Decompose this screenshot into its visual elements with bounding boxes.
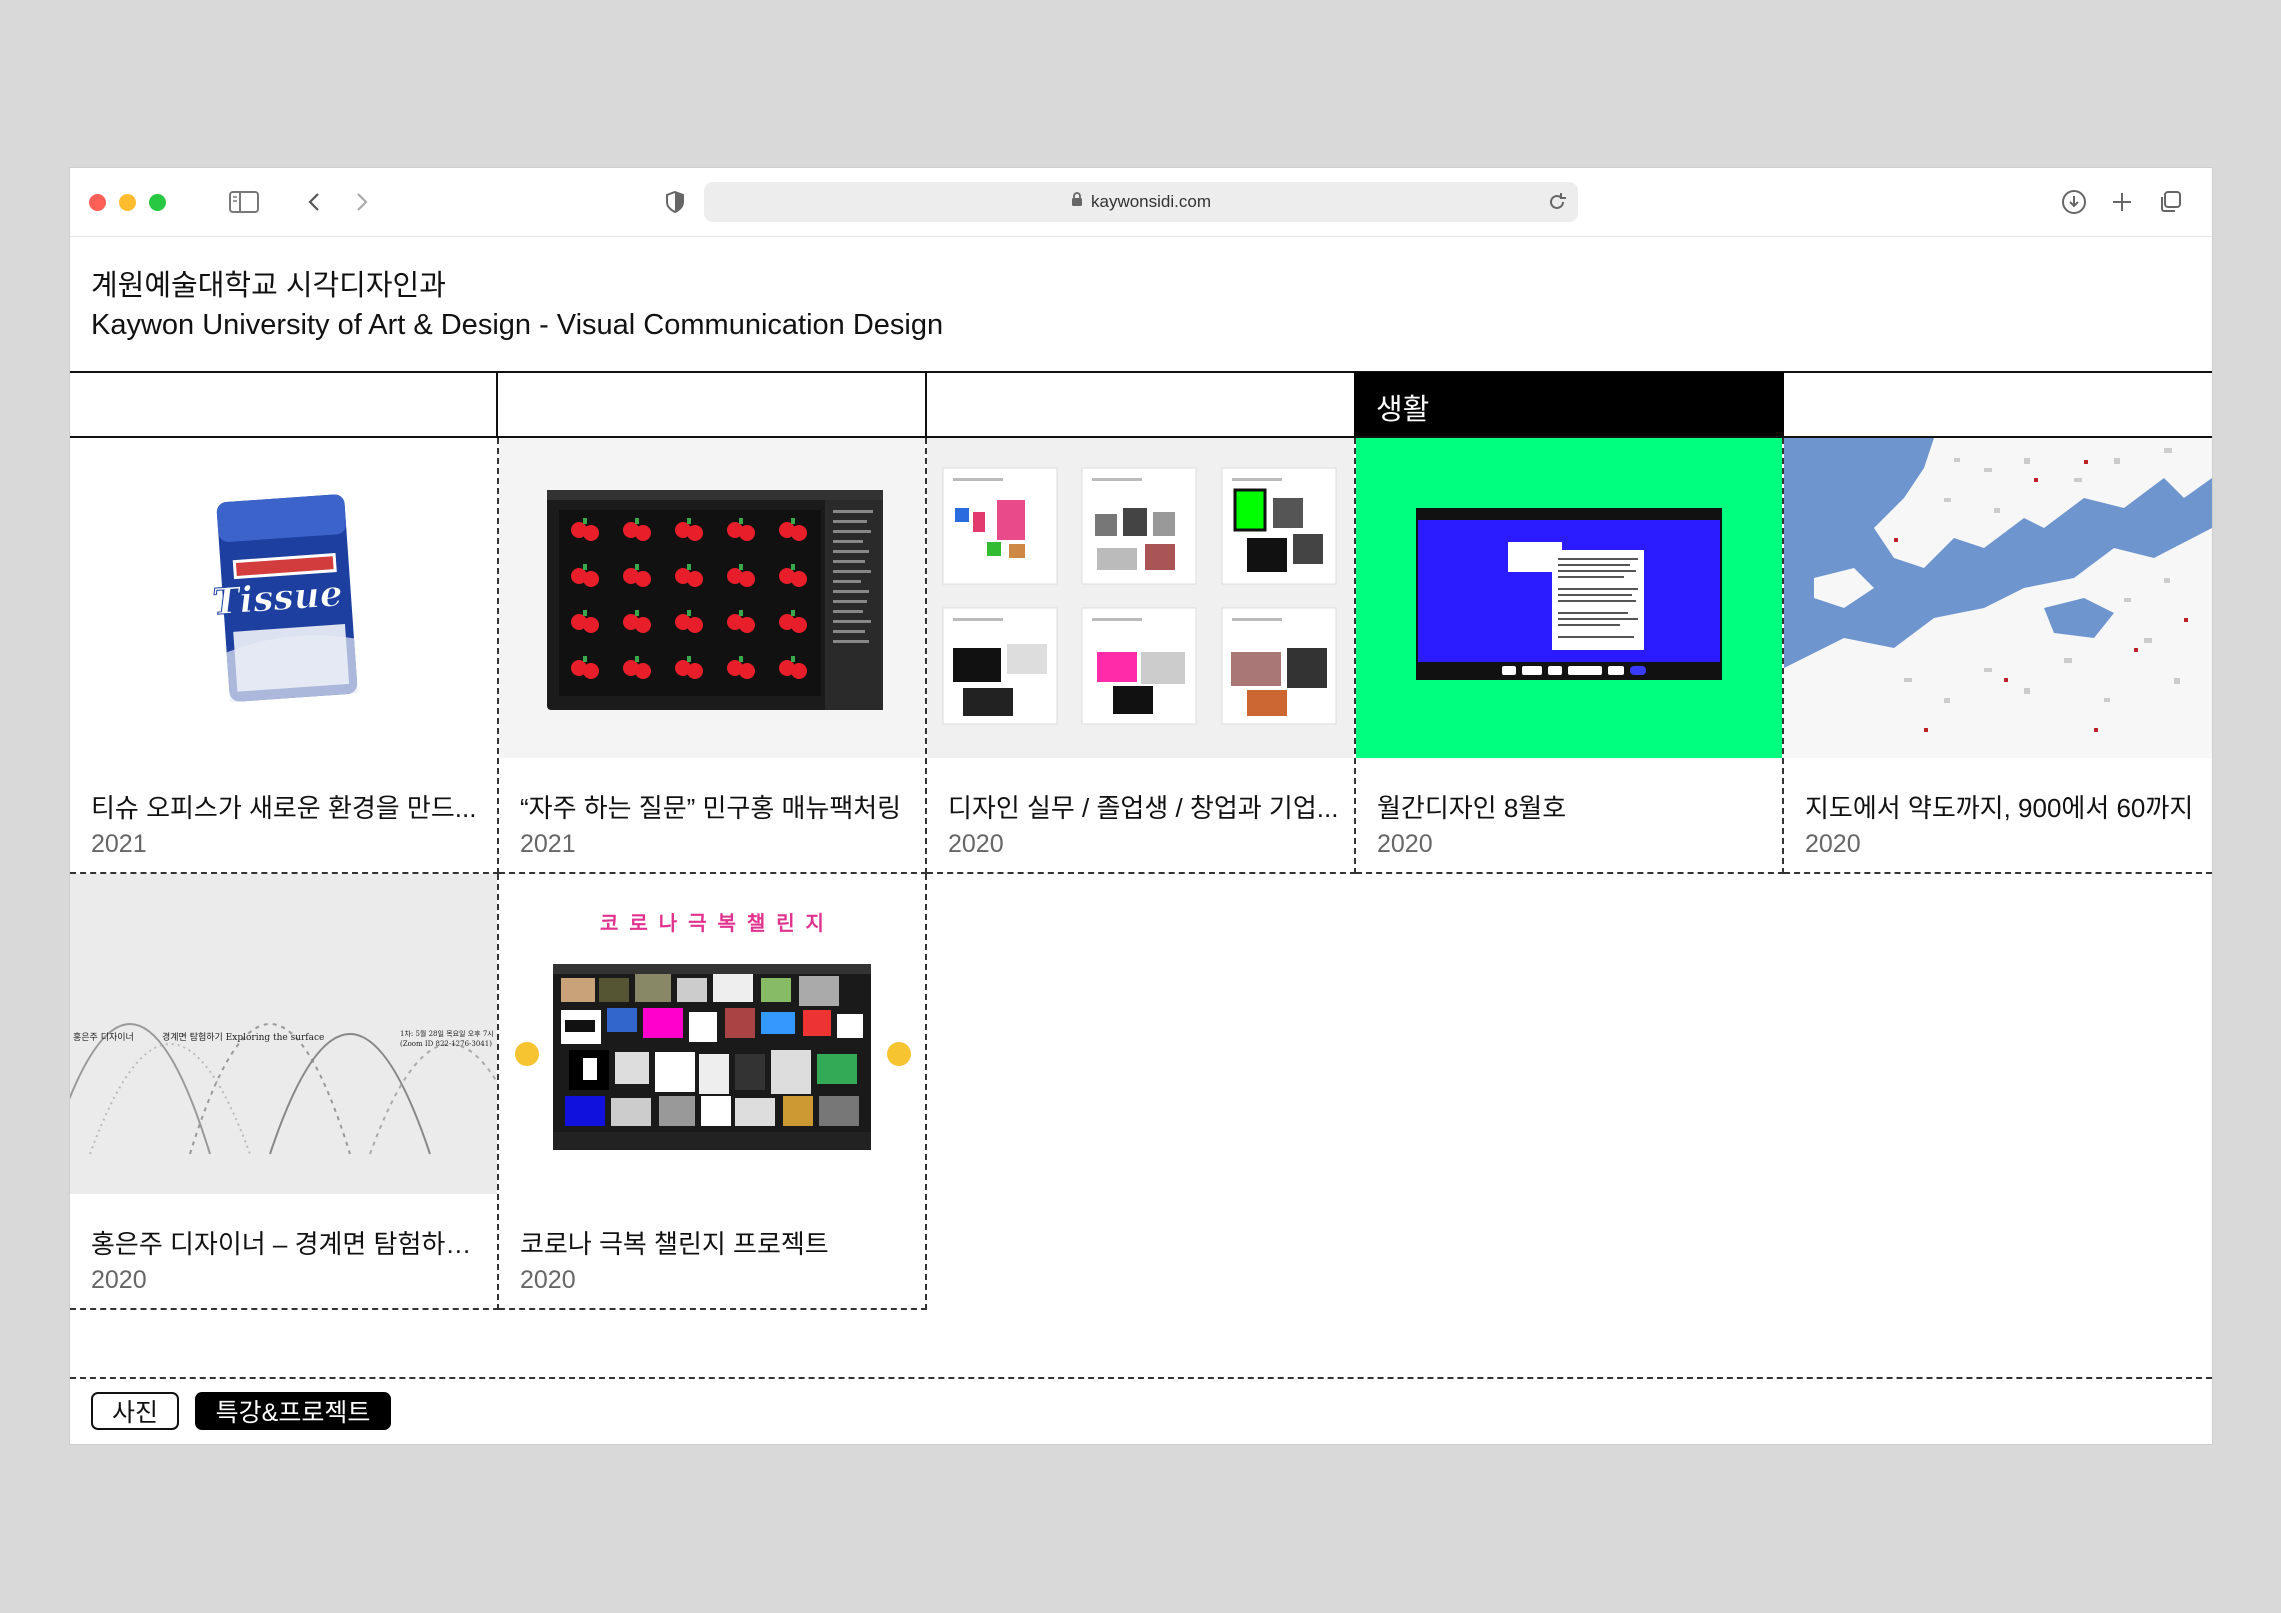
- browser-window: kaywonsidi.com 계원예술대학교 시각디자인과 Kaywon Uni…: [70, 168, 2212, 1444]
- post-thumbnail: Tissue: [70, 438, 497, 758]
- post-title: 홍은주 디자이너 – 경계면 탐험하기 ...: [91, 1229, 488, 1259]
- post-card[interactable]: 지도에서 약도까지, 900에서 60까지 2020: [1784, 438, 2212, 874]
- filter-chip-lecture-project[interactable]: 특강&프로젝트: [195, 1392, 391, 1430]
- post-thumbnail: 코 로 나 극 복 챌 린 지: [499, 874, 925, 1194]
- post-year: 2020: [948, 830, 1004, 858]
- filter-chip-photo[interactable]: 사진: [91, 1392, 179, 1430]
- post-year: 2021: [91, 830, 147, 858]
- site-title-en: Kaywon University of Art & Design - Visu…: [91, 309, 944, 341]
- site-title-ko: 계원예술대학교 시각디자인과: [91, 270, 446, 302]
- site-title[interactable]: 계원예술대학교 시각디자인과 Kaywon University of Art …: [91, 267, 943, 345]
- post-card[interactable]: 디자인 실무 / 졸업생 / 창업과 기업... 2020: [927, 438, 1356, 874]
- post-card[interactable]: 코 로 나 극 복 챌 린 지 코로나 극복 챌린지 프로젝트 2020: [499, 874, 927, 1310]
- new-tab-icon[interactable]: [2108, 188, 2136, 216]
- sidebar-toggle-icon[interactable]: [228, 188, 260, 216]
- post-year: 2020: [91, 1266, 147, 1294]
- svg-text:코 로 나 극 복 챌 린 지: 코 로 나 극 복 챌 린 지: [600, 911, 826, 935]
- minimize-window-button[interactable]: [119, 194, 136, 211]
- reload-icon[interactable]: [1546, 191, 1568, 218]
- privacy-shield-icon[interactable]: [663, 188, 687, 216]
- post-title: 티슈 오피스가 새로운 환경을 만드...: [91, 793, 477, 823]
- download-icon[interactable]: [2060, 188, 2088, 216]
- url-text: kaywonsidi.com: [1091, 192, 1211, 211]
- back-icon[interactable]: [302, 188, 326, 216]
- address-bar[interactable]: kaywonsidi.com: [704, 182, 1578, 222]
- svg-text:경계면 탐험하기 Exploring the surface: 경계면 탐험하기 Exploring the surface: [162, 1031, 324, 1043]
- svg-text:홍은주 디자이너: 홍은주 디자이너: [73, 1031, 134, 1043]
- post-year: 2020: [520, 1266, 576, 1294]
- post-title: 월간디자인 8월호: [1377, 793, 1567, 823]
- post-title: “자주 하는 질문” 민구홍 매뉴팩처링: [520, 793, 902, 823]
- svg-text:1차: 5월 28일 목요일 오후 7시: 1차: 5월 28일 목요일 오후 7시: [400, 1029, 494, 1038]
- post-thumbnail: [499, 438, 925, 758]
- post-card[interactable]: 월간디자인 8월호 2020: [1356, 438, 1784, 874]
- category-tab-label: 생활: [1376, 394, 1430, 426]
- post-card[interactable]: Tissue 티슈 오피스가 새로운 환경을 만드... 2021: [70, 438, 499, 874]
- post-title: 디자인 실무 / 졸업생 / 창업과 기업...: [948, 793, 1339, 823]
- post-year: 2020: [1377, 830, 1433, 858]
- tab-overview-icon[interactable]: [2156, 188, 2184, 216]
- post-year: 2021: [520, 830, 576, 858]
- post-card[interactable]: “자주 하는 질문” 민구홍 매뉴팩처링 2021: [499, 438, 927, 874]
- post-thumbnail: [1784, 438, 2212, 758]
- category-tab-5[interactable]: [1783, 372, 2212, 436]
- svg-text:(Zoom ID 822-1276-3041): (Zoom ID 822-1276-3041): [400, 1040, 492, 1048]
- post-title: 코로나 극복 챌린지 프로젝트: [520, 1229, 829, 1259]
- category-tab-2[interactable]: [496, 372, 926, 436]
- forward-icon[interactable]: [350, 188, 374, 216]
- divider: [70, 1377, 2212, 1379]
- category-tab-active[interactable]: 생활: [1354, 372, 1784, 436]
- post-thumbnail: 홍은주 디자이너 경계면 탐험하기 Exploring the surface …: [70, 874, 497, 1194]
- lock-icon: [1071, 192, 1083, 212]
- post-year: 2020: [1805, 830, 1861, 858]
- post-card[interactable]: 홍은주 디자이너 경계면 탐험하기 Exploring the surface …: [70, 874, 499, 1310]
- category-tab-1[interactable]: [70, 372, 498, 436]
- category-tab-3[interactable]: [925, 372, 1355, 436]
- browser-toolbar: kaywonsidi.com: [70, 168, 2212, 237]
- post-thumbnail: [1356, 438, 1782, 758]
- close-window-button[interactable]: [89, 194, 106, 211]
- post-thumbnail: [927, 438, 1354, 758]
- post-title: 지도에서 약도까지, 900에서 60까지: [1805, 793, 2194, 823]
- zoom-window-button[interactable]: [149, 194, 166, 211]
